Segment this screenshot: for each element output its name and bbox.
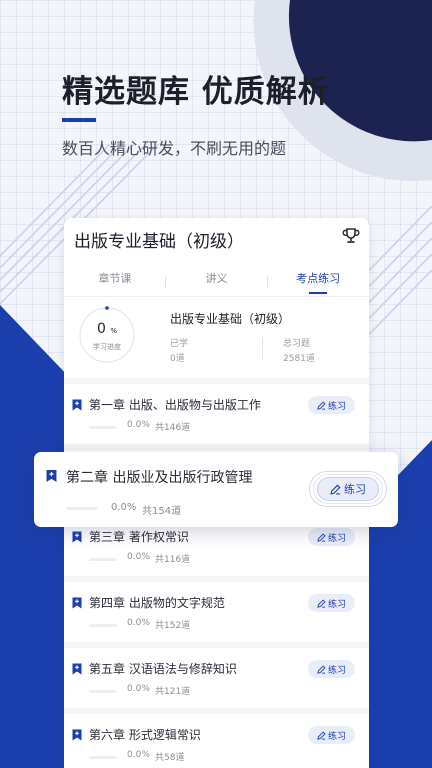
chapter-progress-bar bbox=[66, 507, 98, 510]
bookmark-plus-icon bbox=[72, 399, 82, 411]
stats-title: 出版专业基础（初级） bbox=[170, 312, 291, 326]
learned-label: 已学 bbox=[170, 339, 189, 349]
practice-label: 练习 bbox=[327, 731, 346, 742]
chapter-count: 共58道 bbox=[155, 753, 185, 763]
trophy-icon[interactable] bbox=[341, 226, 361, 246]
pen-icon bbox=[317, 730, 326, 740]
chapter-progress-bar bbox=[89, 756, 117, 759]
chapter-item[interactable]: 第五章 汉语语法与修辞知识 0.0% 共121道 练习 bbox=[64, 648, 369, 714]
chapter-count: 共154道 bbox=[142, 506, 182, 517]
chapter-title: 第二章 出版业及出版行政管理 bbox=[66, 470, 253, 486]
chapter-title: 第六章 形式逻辑常识 bbox=[89, 728, 201, 742]
chapter-item[interactable]: 第四章 出版物的文字规范 0.0% 共152道 练习 bbox=[64, 582, 369, 648]
chapter-progress-bar bbox=[89, 690, 117, 693]
practice-button[interactable]: 练习 bbox=[308, 660, 355, 678]
bookmark-plus-icon bbox=[46, 469, 57, 483]
tab-chapter-course[interactable]: 章节课 bbox=[64, 268, 166, 294]
progress-value: 0 % bbox=[96, 321, 118, 337]
total-value: 2581道 bbox=[283, 354, 315, 364]
chapter-progress: 0.0% bbox=[127, 684, 150, 694]
chapter-item[interactable]: 第六章 形式逻辑常识 0.0% 共58道 练习 bbox=[64, 714, 369, 768]
bookmark-plus-icon bbox=[72, 531, 82, 543]
practice-button[interactable]: 练习 bbox=[317, 477, 379, 501]
practice-button[interactable]: 练习 bbox=[308, 726, 355, 744]
chapter-progress: 0.0% bbox=[127, 420, 150, 430]
chapter-title: 第一章 出版、出版物与出版工作 bbox=[89, 398, 261, 412]
headline-underline bbox=[62, 118, 96, 122]
tab-divider bbox=[267, 276, 268, 288]
tab-handout[interactable]: 讲义 bbox=[166, 268, 268, 294]
chapter-item[interactable]: 第一章 出版、出版物与出版工作 0.0% 共146道 练习 bbox=[64, 384, 369, 450]
tab-divider bbox=[165, 276, 166, 288]
pen-icon bbox=[317, 532, 326, 542]
chapter-title: 第三章 著作权常识 bbox=[89, 530, 189, 544]
tabs-divider bbox=[64, 296, 369, 297]
chapter-progress-bar bbox=[89, 426, 117, 429]
chapter-progress-bar bbox=[89, 558, 117, 561]
pen-icon bbox=[317, 400, 326, 410]
chapter-title: 第四章 出版物的文字规范 bbox=[89, 596, 225, 610]
course-tabs: 章节课 讲义 考点练习 bbox=[64, 268, 369, 294]
total-label: 总习题 bbox=[283, 339, 311, 349]
progress-label: 学习进度 bbox=[93, 343, 121, 351]
highlighted-chapter-card[interactable]: 第二章 出版业及出版行政管理 0.0% 共154道 练习 bbox=[34, 452, 398, 527]
learned-value: 0道 bbox=[170, 354, 185, 364]
promo-headline: 精选题库 优质解析 bbox=[62, 74, 330, 110]
bookmark-plus-icon bbox=[72, 597, 82, 609]
bookmark-plus-icon bbox=[72, 663, 82, 675]
stats-divider bbox=[262, 337, 263, 361]
practice-label: 练习 bbox=[327, 665, 346, 676]
practice-label: 练习 bbox=[344, 483, 366, 496]
practice-label: 练习 bbox=[327, 401, 346, 412]
tab-point-practice[interactable]: 考点练习 bbox=[267, 268, 369, 294]
bookmark-plus-icon bbox=[72, 729, 82, 741]
chapter-count: 共152道 bbox=[155, 621, 191, 631]
chapter-count: 共116道 bbox=[155, 555, 191, 565]
promo-subline: 数百人精心研发，不刷无用的题 bbox=[62, 139, 287, 158]
practice-button[interactable]: 练习 bbox=[308, 594, 355, 612]
practice-label: 练习 bbox=[327, 599, 346, 610]
chapter-title: 第五章 汉语语法与修辞知识 bbox=[89, 662, 237, 676]
chapter-progress: 0.0% bbox=[127, 618, 150, 628]
practice-button[interactable]: 练习 bbox=[308, 396, 355, 414]
pen-icon bbox=[317, 598, 326, 608]
chapter-count: 共121道 bbox=[155, 687, 191, 697]
pen-icon bbox=[317, 664, 326, 674]
chapter-progress: 0.0% bbox=[127, 750, 150, 760]
chapter-progress: 0.0% bbox=[127, 552, 150, 562]
chapter-count: 共146道 bbox=[155, 423, 191, 433]
chapter-progress-bar bbox=[89, 624, 117, 627]
chapter-progress: 0.0% bbox=[111, 502, 137, 513]
pen-icon bbox=[330, 484, 341, 495]
practice-label: 练习 bbox=[327, 533, 346, 544]
course-title: 出版专业基础（初级） bbox=[74, 232, 244, 252]
practice-button[interactable]: 练习 bbox=[308, 528, 355, 546]
